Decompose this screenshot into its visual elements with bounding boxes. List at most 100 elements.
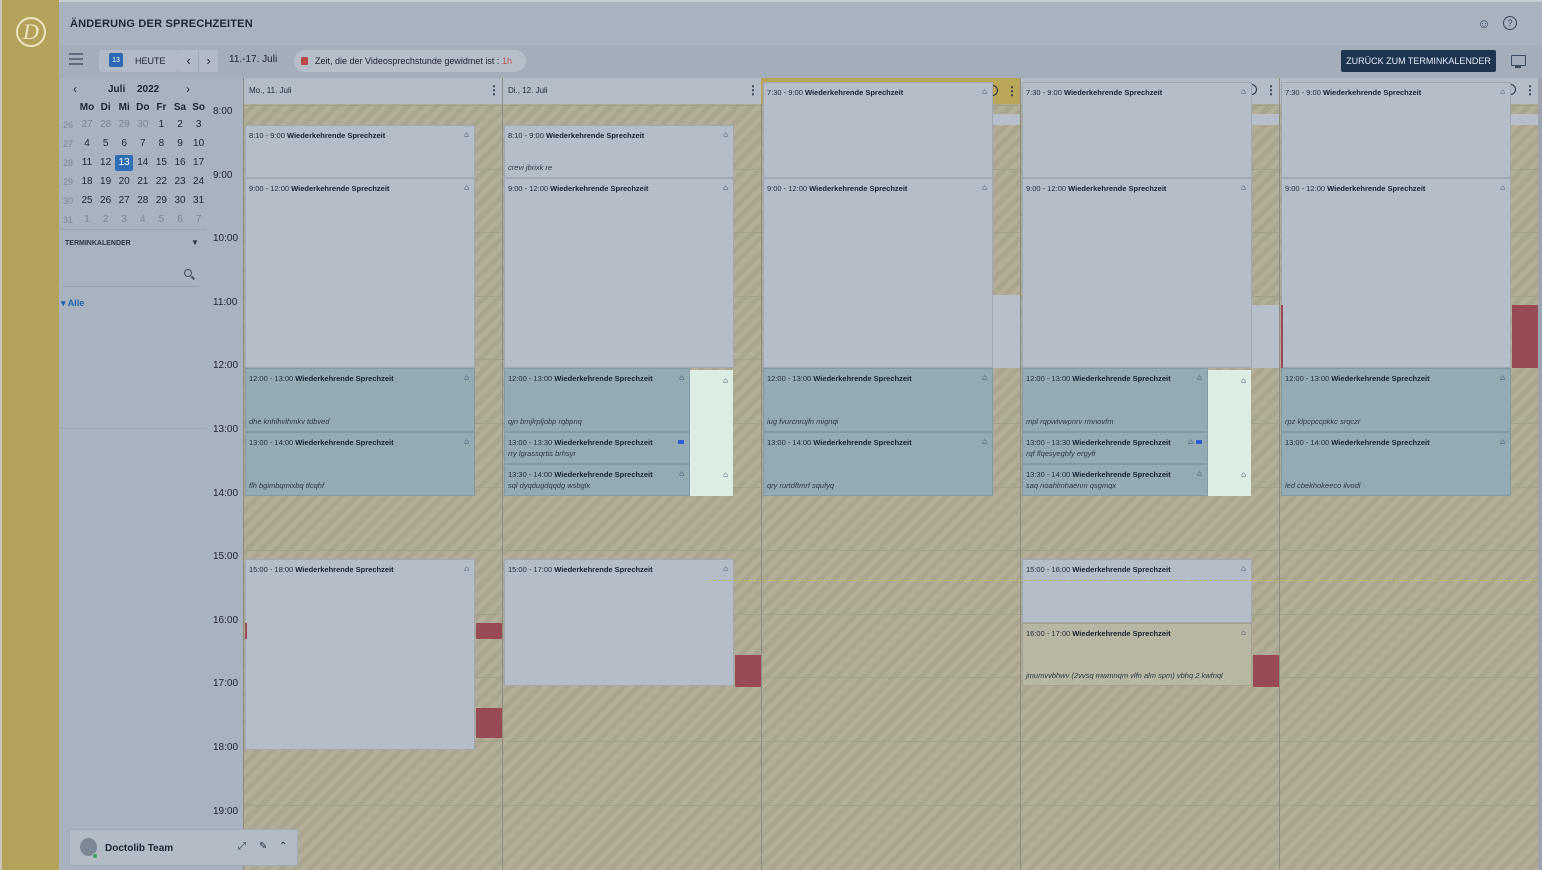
day-header[interactable]: Di., 12. Juli ⋮ [502,78,761,104]
calendars-label[interactable]: TERMINKALENDER [65,240,131,247]
consultation-block[interactable]: 13:30 - 14:00 Wiederkehrende Sprechzeit s… [504,463,690,496]
mini-cal-day[interactable]: 23 [171,174,189,190]
video-consult-marker[interactable] [476,707,502,738]
video-consult-marker[interactable] [1253,654,1279,687]
mini-cal-day[interactable]: 12 [97,155,115,171]
more-options-icon[interactable]: ⋮ [1265,83,1277,97]
mini-cal-day[interactable]: 3 [190,117,208,133]
mini-cal-day[interactable]: 28 [134,193,152,209]
mini-cal-day[interactable]: 22 [152,174,170,190]
consultation-block[interactable]: 13:00 - 14:00 Wiederkehrende Sprechzeit q… [763,432,993,496]
menu-icon[interactable] [69,53,83,65]
video-consult-marker[interactable] [735,654,761,687]
consultation-block[interactable]: 9:00 - 12:00 Wiederkehrende Sprechzeit ⌂ [1281,177,1511,369]
video-slot[interactable]: ⌂ ⌂ [1208,370,1251,496]
consultation-block[interactable]: 12:00 - 13:00 Wiederkehrende Sprechzeit q… [504,368,690,432]
consultation-block[interactable]: 9:00 - 12:00 Wiederkehrende Sprechzeit ⌂ [245,177,475,369]
consultation-block[interactable]: 13:00 - 14:00 Wiederkehrende Sprechzeit l… [1281,432,1511,496]
mini-cal-day[interactable]: 27 [115,193,133,209]
mini-cal-next-button[interactable]: › [186,82,190,96]
mini-cal-day[interactable]: 1 [152,117,170,133]
mini-cal-day[interactable]: 18 [78,174,96,190]
more-options-icon[interactable]: ⋮ [1524,83,1536,97]
mini-cal-day[interactable]: 25 [78,193,96,209]
mini-cal-day[interactable]: 11 [78,155,96,171]
mini-cal-day[interactable]: 24 [190,174,208,190]
consultation-block[interactable]: 13:00 - 13:30 Wiederkehrende Sprechzeit r… [504,432,690,464]
mini-cal-day[interactable]: 17 [190,155,208,171]
mini-cal-day[interactable]: 28 [97,117,115,133]
next-week-button[interactable]: › [199,50,218,72]
mini-cal-day[interactable]: 4 [78,136,96,152]
monitor-icon[interactable] [1511,55,1526,68]
mini-cal-day[interactable]: 10 [190,136,208,152]
consultation-block[interactable]: 7:30 - 9:00 Wiederkehrende Sprechzeit ⌂ [763,82,993,178]
mini-cal-prev-button[interactable]: ‹ [73,82,77,96]
mini-cal-day[interactable]: 7 [190,212,208,228]
mini-cal-day[interactable]: 29 [115,117,133,133]
edit-icon[interactable]: ✎ [259,841,267,852]
mini-cal-day[interactable]: 1 [78,212,96,228]
mini-cal-day[interactable]: 5 [97,136,115,152]
mini-cal-day[interactable]: 15 [152,155,170,171]
consultation-block[interactable]: 9:00 - 12:00 Wiederkehrende Sprechzeit ⌂ [504,177,734,369]
consultation-block[interactable]: 13:30 - 14:00 Wiederkehrende Sprechzeit s… [1022,463,1208,496]
consultation-block[interactable]: 7:30 - 9:00 Wiederkehrende Sprechzeit ⌂ [1281,82,1511,178]
mini-cal-day[interactable]: 20 [115,174,133,190]
consultation-block[interactable]: 16:00 - 17:00 Wiederkehrende Sprechzeit j… [1022,622,1252,687]
video-consult-marker[interactable] [476,622,502,639]
caret-down-icon[interactable]: ▼ [191,238,199,247]
search-icon[interactable] [184,269,192,277]
consultation-block[interactable]: 12:00 - 13:00 Wiederkehrende Sprechzeit i… [763,368,993,432]
mini-cal-day[interactable]: 14 [134,155,152,171]
today-button[interactable]: 13 HEUTE [99,50,179,72]
consultation-block[interactable]: 15:00 - 16:00 Wiederkehrende Sprechzeit ⌂ [1022,559,1252,623]
mini-cal-day[interactable]: 5 [152,212,170,228]
mini-cal-day[interactable]: 9 [171,136,189,152]
consultation-block[interactable]: 8:10 - 9:00 Wiederkehrende Sprechzeit ⌂ [245,124,475,178]
mini-cal-day[interactable]: 2 [97,212,115,228]
more-options-icon[interactable]: ⋮ [1006,84,1018,98]
mini-cal-day[interactable]: 27 [78,117,96,133]
consultation-block[interactable]: 13:00 - 14:00 Wiederkehrende Sprechzeit f… [245,432,475,496]
day-header[interactable]: Mo., 11. Juli ⋮ [243,78,502,104]
help-icon[interactable]: ? [1503,16,1517,30]
consultation-block[interactable]: 12:00 - 13:00 Wiederkehrende Sprechzeit m… [1022,368,1208,432]
mini-cal-day[interactable]: 30 [134,117,152,133]
all-calendars-toggle[interactable]: ▾ Alle [61,298,84,309]
mini-cal-day[interactable]: 30 [171,193,189,209]
mini-cal-day[interactable]: 26 [97,193,115,209]
mini-cal-day[interactable]: 31 [190,193,208,209]
consultation-block[interactable]: 9:00 - 12:00 Wiederkehrende Sprechzeit ⌂ [763,177,993,369]
calendar-search-input[interactable] [63,263,199,287]
consultation-block[interactable]: 15:00 - 17:00 Wiederkehrende Sprechzeit ⌂ [504,559,734,687]
team-icon[interactable]: ☺ [1476,16,1492,32]
consultation-block[interactable]: 12:00 - 13:00 Wiederkehrende Sprechzeit d… [245,368,475,432]
consultation-block[interactable]: 9:00 - 12:00 Wiederkehrende Sprechzeit ⌂ [1022,177,1252,369]
video-slot[interactable]: ⌂ ⌂ [690,370,733,496]
mini-cal-day[interactable]: 21 [134,174,152,190]
mini-cal-day[interactable]: 16 [171,155,189,171]
mini-cal-day[interactable]: 6 [171,212,189,228]
consultation-block[interactable]: 7:30 - 9:00 Wiederkehrende Sprechzeit ⌂ [1022,82,1252,178]
mini-cal-day[interactable]: 13 [115,155,134,171]
mini-cal-day[interactable]: 19 [97,174,115,190]
video-consult-marker[interactable] [245,622,247,639]
consultation-block[interactable]: 8:10 - 9:00 Wiederkehrende Sprechzeit cre… [504,124,734,178]
mini-cal-day[interactable]: 8 [152,136,170,152]
consultation-block[interactable]: 12:00 - 13:00 Wiederkehrende Sprechzeit r… [1281,368,1511,432]
mini-cal-day[interactable]: 2 [171,117,189,133]
expand-icon[interactable]: ⤢ [238,841,246,852]
more-options-icon[interactable]: ⋮ [747,83,759,97]
prev-week-button[interactable]: ‹ [179,50,198,72]
collapse-chevron-icon[interactable]: ⌃ [279,841,287,852]
mini-cal-day[interactable]: 4 [134,212,152,228]
more-options-icon[interactable]: ⋮ [488,83,500,97]
doctolib-logo[interactable]: D [16,17,46,47]
mini-cal-day[interactable]: 7 [134,136,152,152]
mini-cal-day[interactable]: 6 [115,136,133,152]
back-to-calendar-button[interactable]: ZURÜCK ZUM TERMINKALENDER [1341,50,1496,72]
consultation-block[interactable]: 15:00 - 18:00 Wiederkehrende Sprechzeit ⌂ [245,559,475,750]
video-consult-marker[interactable] [1512,304,1538,369]
mini-cal-day[interactable]: 29 [152,193,170,209]
